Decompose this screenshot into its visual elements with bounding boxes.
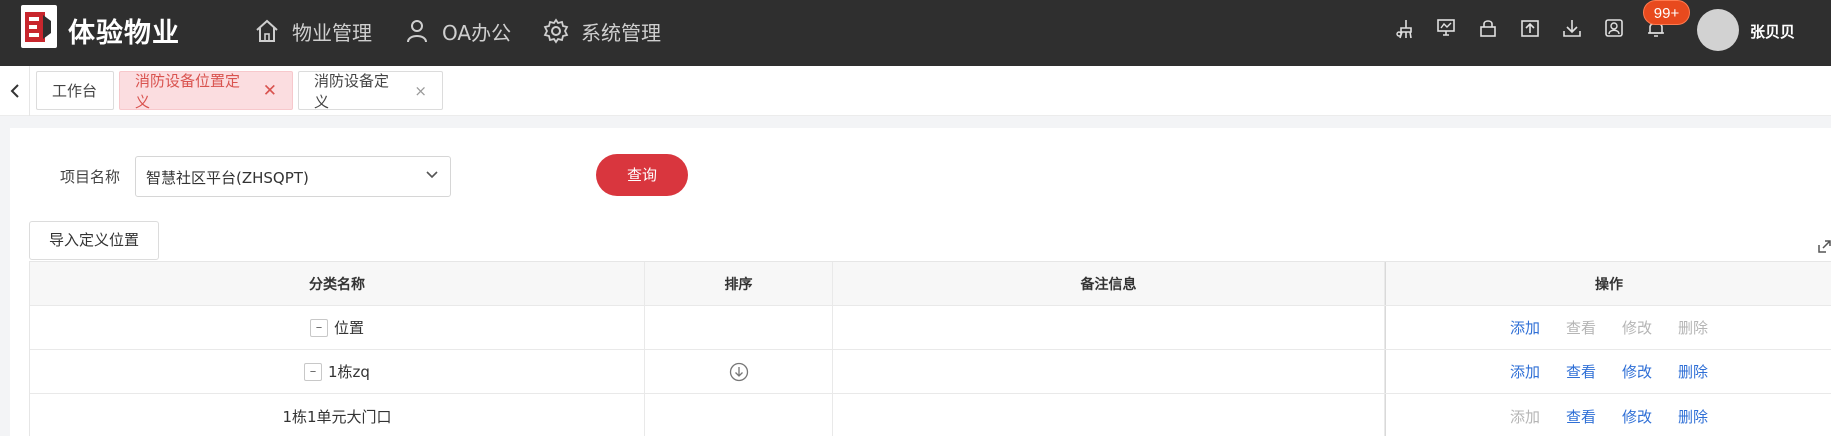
username[interactable]: 张贝贝 [1750,21,1795,42]
gear-icon [543,18,569,44]
column-header: 备注信息 [833,262,1385,305]
category-name: 1栋1单元大门口 [282,407,392,426]
tab-back-button[interactable] [0,66,30,116]
chevron-left-icon [10,84,19,98]
tab-label: 工作台 [52,82,98,100]
category-name: 1栋zq [328,363,370,381]
view-button[interactable]: 查看 [1566,406,1596,427]
sort-cell [645,306,833,349]
lock-icon[interactable] [1478,18,1498,38]
collapse-toggle[interactable]: – [309,318,328,337]
user-icon [407,20,427,43]
close-icon[interactable]: × [414,82,427,100]
add-button[interactable]: 添加 [1510,317,1540,338]
project-name-label: 项目名称 [60,168,121,186]
tree-cell: – 1栋zq [30,350,645,393]
notification-badge[interactable]: 99+ [1643,0,1690,25]
import-location-button[interactable]: 导入定义位置 [29,221,159,260]
actions-cell: 添加 查看 修改 删除 [1385,394,1831,436]
column-header: 排序 [645,262,833,305]
tab-workbench[interactable]: 工作台 [36,71,114,110]
column-header: 分类名称 [30,262,645,305]
tab-fire-equipment-location[interactable]: 消防设备位置定义 ✕ [119,71,293,111]
tab-label: 消防设备定义 [314,71,390,111]
upload-icon[interactable] [1520,18,1540,38]
project-select[interactable]: 智慧社区平台(ZHSQPT) [135,156,451,197]
top-bar: 体验物业 物业管理 OA办公 系统管理 99+ 张贝贝 [0,0,1831,66]
nav-oa-office[interactable]: OA办公 [404,16,511,46]
add-button[interactable]: 添加 [1510,361,1540,382]
tab-fire-equipment-definition[interactable]: 消防设备定义 × [298,71,443,111]
remark-cell [833,394,1385,436]
table-row: – 1栋zq 添加 查看 修改 删除 [30,350,1831,394]
monitor-icon[interactable] [1436,18,1456,38]
arrow-down-circle-icon[interactable] [729,362,749,382]
nav-system-management[interactable]: 系统管理 [543,16,661,46]
add-button: 添加 [1509,407,1540,426]
avatar[interactable] [1697,9,1739,51]
table-row: 1栋1单元大门口 添加 查看 修改 删除 [30,394,1831,436]
location-table: 分类名称 排序 备注信息 操作 – 位置 添加 查看 修改 删除 – 1栋zq … [29,261,1831,436]
actions-cell: 添加 查看 修改 删除 [1385,350,1831,393]
delete-button[interactable]: 删除 [1678,406,1708,427]
view-button[interactable]: 查看 [1566,361,1596,382]
query-button[interactable]: 查询 [596,154,688,196]
table-row: – 位置 添加 查看 修改 删除 [30,306,1831,350]
content-card: 项目名称 智慧社区平台(ZHSQPT) 查询 导入定义位置 分类名称 排序 备注… [10,128,1831,436]
broom-icon[interactable] [1394,18,1414,40]
nav-label: 系统管理 [581,20,661,45]
expand-icon[interactable] [1818,240,1831,253]
edit-button[interactable]: 修改 [1622,361,1652,382]
table-header-row: 分类名称 排序 备注信息 操作 [30,262,1831,306]
delete-button[interactable]: 删除 [1678,361,1708,382]
nav-label: OA办公 [442,20,512,45]
actions-cell: 添加 查看 修改 删除 [1385,306,1831,349]
edit-button: 修改 [1622,319,1653,337]
tab-bar: 工作台 消防设备位置定义 ✕ 消防设备定义 × [0,66,1831,116]
column-header: 操作 [1385,262,1831,305]
category-name: 位置 [333,319,364,337]
view-button: 查看 [1565,319,1596,337]
chevron-down-icon [426,171,438,179]
remark-cell [833,306,1385,349]
tree-cell: 1栋1单元大门口 [30,394,645,436]
nav-property-management[interactable]: 物业管理 [254,16,372,46]
tree-cell: – 位置 [30,306,645,349]
nav-label: 物业管理 [292,20,372,45]
sort-cell [645,350,833,393]
logo [21,5,57,48]
tab-label: 消防设备位置定义 [135,71,241,111]
home-icon [256,19,278,42]
remark-cell [833,350,1385,393]
brand-name: 体验物业 [68,18,180,49]
close-icon[interactable]: ✕ [263,81,277,101]
contact-icon[interactable] [1604,18,1624,38]
download-icon[interactable] [1562,18,1582,38]
delete-button: 删除 [1678,319,1709,337]
edit-button[interactable]: 修改 [1622,406,1652,427]
collapse-toggle[interactable]: – [304,362,323,381]
project-select-value: 智慧社区平台(ZHSQPT) [146,169,309,187]
sort-cell [645,394,833,436]
logo-icon [25,12,51,42]
